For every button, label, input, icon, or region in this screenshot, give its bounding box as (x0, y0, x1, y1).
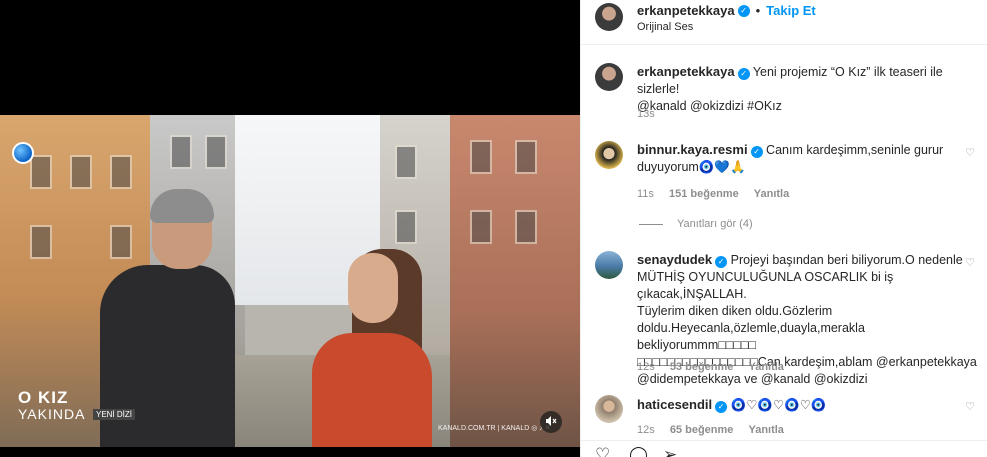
reply-button[interactable]: Yanıtla (748, 361, 783, 373)
comment-likes[interactable]: 53 beğenme (670, 361, 734, 373)
caption-text: erkanpetekkaya ✓ Yeni projemiz “O Kız” il… (637, 63, 977, 115)
comment-text: binnur.kaya.resmi ✓ Canım kardeşimm,senin… (637, 141, 957, 176)
comment-line-3: Tüylerim diken diken oldu.Gözlerim (637, 304, 833, 318)
comment-line-1: 🧿♡🧿♡🧿♡🧿 (730, 398, 827, 412)
view-replies-button[interactable]: Yanıtları gör (4) (639, 218, 753, 230)
comment-line-6: @didempetekkaya ve @kanald @okizdizi (637, 372, 868, 386)
comment-line-2: duyuyorum🧿💙🙏 (637, 160, 746, 174)
comment-time: 12s (637, 424, 655, 436)
like-icon[interactable]: ♡ (595, 445, 610, 457)
video-tag: YENİ DİZİ (93, 409, 136, 420)
post-header: erkanpetekkaya ✓ • Takip Et Orijinal Ses (581, 0, 987, 45)
comment-likes[interactable]: 65 beğenme (670, 424, 734, 436)
reply-button[interactable]: Yanıtla (748, 424, 783, 436)
caption-time: 13s (637, 108, 655, 120)
follow-button[interactable]: Takip Et (766, 3, 816, 18)
verified-badge-icon: ✓ (737, 4, 750, 17)
video-subtitle: YAKINDA (18, 406, 86, 422)
comment-meta: 12s 53 beğenme Yanıtla (637, 361, 784, 373)
verified-badge-icon: ✓ (737, 68, 750, 80)
post-action-bar: ♡ ◯ ➢ (581, 440, 987, 457)
comment-username[interactable]: senaydudek (637, 252, 712, 267)
comment-line-4: doldu.Heyecanla,özlemle,duayla,merakla b… (637, 321, 865, 352)
mute-button[interactable] (540, 411, 562, 433)
comment-icon[interactable]: ◯ (629, 445, 648, 457)
kanal-d-logo (12, 142, 34, 164)
video-watermark: KANALD.COM.TR | KANALD ◎ ♪ ✕ (438, 425, 551, 432)
like-comment-icon[interactable]: ♡ (965, 256, 975, 269)
caption-line-2[interactable]: @kanald @okizdizi #OKız (637, 99, 782, 113)
instagram-post-view: O KIZ YAKINDA YENİ DİZİ KANALD.COM.TR | … (0, 0, 987, 457)
post-side-panel: erkanpetekkaya ✓ • Takip Et Orijinal Ses… (580, 0, 987, 457)
video-title: O KIZ (18, 388, 69, 407)
speaker-muted-icon (545, 415, 557, 430)
comment-text: haticesendil ✓ 🧿♡🧿♡🧿♡🧿 (637, 396, 957, 414)
video-frame[interactable] (0, 115, 580, 447)
comment-time: 11s (637, 188, 654, 200)
comment-line-1: Projeyi başından beri biliyorum.O nedenl… (730, 253, 963, 267)
like-comment-icon[interactable]: ♡ (965, 146, 975, 159)
like-comment-icon[interactable]: ♡ (965, 400, 975, 413)
comment-avatar[interactable] (595, 395, 623, 423)
comment-username[interactable]: haticesendil (637, 397, 712, 412)
comment-time: 12s (637, 361, 655, 373)
comment-line-2: MÜTHİŞ OYUNCULUĞUNLA OSCARLIK bi iş çıka… (637, 270, 894, 301)
caption-avatar[interactable] (595, 63, 623, 91)
verified-badge-icon: ✓ (715, 401, 728, 413)
comment-line-1: Canım kardeşimm,seninle gurur (766, 143, 944, 157)
verified-badge-icon: ✓ (715, 256, 728, 268)
comment-meta: 12s 65 beğenme Yanıtla (637, 424, 784, 436)
comment-avatar[interactable] (595, 141, 623, 169)
replies-divider (639, 223, 663, 225)
video-pane[interactable]: O KIZ YAKINDA YENİ DİZİ KANALD.COM.TR | … (0, 0, 580, 457)
comment-username[interactable]: binnur.kaya.resmi (637, 142, 748, 157)
share-icon[interactable]: ➢ (663, 445, 677, 457)
view-replies-label: Yanıtları gör (4) (677, 218, 753, 230)
author-username[interactable]: erkanpetekkaya (637, 3, 735, 18)
audio-label[interactable]: Orijinal Ses (637, 21, 693, 33)
author-avatar[interactable] (595, 3, 623, 31)
caption-username[interactable]: erkanpetekkaya (637, 64, 735, 79)
comment-likes[interactable]: 151 beğenme (669, 188, 739, 200)
scene-woman (312, 249, 432, 447)
verified-badge-icon: ✓ (750, 146, 763, 158)
comment-meta: 11s 151 beğenme Yanıtla (637, 188, 789, 200)
separator-dot: • (755, 3, 761, 18)
comment-avatar[interactable] (595, 251, 623, 279)
reply-button[interactable]: Yanıtla (754, 188, 789, 200)
